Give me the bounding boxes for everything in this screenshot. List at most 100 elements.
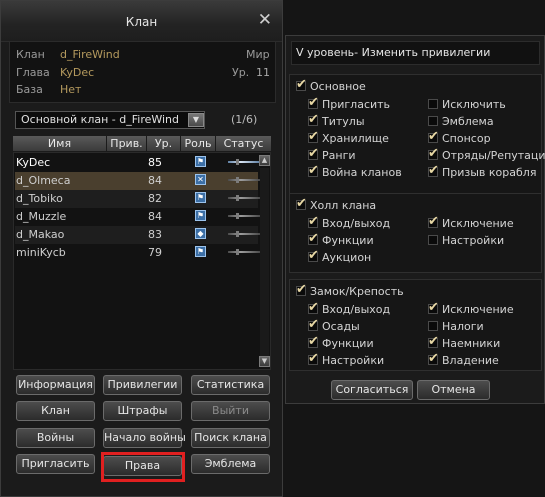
role-icon: ✕	[195, 174, 206, 185]
base-value: Нет	[60, 83, 82, 96]
check-icon: ✔	[308, 351, 319, 366]
table-row[interactable]: miniKycb 79 ⚑	[15, 244, 260, 262]
checkbox-label: Исключить	[442, 98, 506, 111]
checkbox-label: Налоги	[442, 320, 484, 333]
header-priv[interactable]: Прив.	[107, 136, 147, 151]
clan-select[interactable]: Основной клан - d_FireWind	[15, 111, 205, 129]
member-level: 83	[148, 228, 162, 241]
check-icon: ✔	[308, 334, 319, 349]
checkbox-label: Осады	[322, 320, 360, 333]
check-icon: ✔	[428, 163, 439, 178]
check-icon: ✔	[308, 129, 319, 144]
check-icon: ✔	[428, 351, 439, 366]
info-button[interactable]: Информация	[16, 375, 95, 395]
table-row[interactable]: d_Makao 83 ◆	[15, 226, 260, 244]
member-name: d_Muzzle	[16, 210, 67, 223]
check-icon: ✔	[296, 282, 307, 297]
scrollbar-track[interactable]	[260, 168, 269, 356]
scroll-up-icon[interactable]: ▲	[259, 155, 270, 166]
check-icon: ✔	[308, 317, 319, 332]
check-icon: ✔	[308, 163, 319, 178]
header-level[interactable]: Ур.	[147, 136, 181, 151]
checkbox-label: Исключение	[442, 303, 514, 316]
table-row[interactable]: d_Muzzle 84 ⚑	[15, 208, 260, 226]
title-bar[interactable]: Клан ✕	[1, 1, 282, 42]
clan-label: Клан	[16, 48, 45, 61]
close-icon[interactable]: ✕	[258, 10, 272, 30]
penalties-button[interactable]: Штрафы	[103, 401, 182, 421]
member-level: 79	[148, 246, 162, 259]
page-count: (1/6)	[231, 113, 258, 126]
check-icon: ✔	[296, 77, 307, 92]
privileges-header: V уровень- Изменить привилегии	[291, 41, 540, 65]
header-status[interactable]: Статус	[216, 136, 271, 151]
group-title: Холл клана	[310, 199, 377, 212]
member-level: 84	[148, 210, 162, 223]
header-role[interactable]: Роль	[181, 136, 216, 151]
check-icon: ✔	[308, 231, 319, 246]
check-icon: ✔	[428, 129, 439, 144]
clan-window: Клан ✕ Клан d_FireWind Мир Глава KyDec У…	[0, 0, 283, 497]
table-row[interactable]: KyDec 85 ⚑	[15, 154, 260, 172]
member-list: KyDec 85 ⚑ d_Olmeca 84 ✕ d_Tobiko 82 ⚑ d…	[13, 152, 271, 370]
check-icon: ✔	[308, 112, 319, 127]
checkbox-label: Функции	[322, 234, 374, 247]
world-label: Мир	[246, 48, 270, 61]
member-name: d_Tobiko	[16, 192, 63, 205]
search-clan-button[interactable]: Поиск клана	[191, 428, 270, 448]
checkbox-label: Настройки	[322, 354, 385, 367]
header-name[interactable]: Имя	[13, 136, 107, 151]
group-title: Замок/Крепость	[310, 285, 404, 298]
cancel-button[interactable]: Отмена	[417, 380, 490, 400]
status-icon	[228, 231, 260, 237]
checkbox-label: Титулы	[322, 115, 365, 128]
window-title: Клан	[125, 15, 158, 29]
privileges-button[interactable]: Привилегии	[103, 375, 182, 395]
role-icon: ◆	[195, 228, 206, 239]
checkbox-label: Исключение	[442, 217, 514, 230]
clan-info-box: Клан d_FireWind Мир Глава KyDec Ур. 11 Б…	[9, 41, 276, 103]
group-title: Основное	[310, 80, 366, 93]
checkbox-label: Вход/выход	[322, 217, 391, 230]
role-icon: ⚑	[195, 210, 206, 221]
chevron-down-icon[interactable]: ▼	[188, 113, 204, 127]
start-war-button[interactable]: Начало войны	[103, 428, 186, 448]
clan-button[interactable]: Клан	[16, 401, 95, 421]
table-row[interactable]: d_Tobiko 82 ⚑	[15, 190, 260, 208]
leave-button[interactable]: Выйти	[191, 401, 270, 421]
role-icon: ⚑	[195, 156, 206, 167]
check-icon: ✔	[308, 248, 319, 263]
status-icon	[228, 213, 260, 219]
check-icon: ✔	[428, 300, 439, 315]
emblem-button[interactable]: Эмблема	[191, 454, 270, 474]
checkbox-label: Отряды/Репутация	[442, 149, 545, 162]
checkbox-label: Владение	[442, 354, 499, 367]
castle-privileges-group: ✔ Замок/Крепость ✔ Вход/выход ✔ Исключен…	[289, 279, 542, 371]
status-icon	[228, 195, 260, 201]
statistics-button[interactable]: Статистика	[191, 375, 270, 395]
clan-name-value: d_FireWind	[60, 48, 120, 61]
invite-button[interactable]: Пригласить	[16, 454, 95, 474]
accept-button[interactable]: Согласиться	[331, 380, 413, 400]
rights-button-highlight	[101, 452, 185, 482]
role-icon: ⚑	[195, 246, 206, 257]
level-value: 11	[256, 66, 270, 79]
checkbox-label: Ранги	[322, 149, 356, 162]
checkbox-label: Настройки	[442, 234, 505, 247]
member-name: KyDec	[16, 156, 51, 169]
leader-value: KyDec	[60, 66, 95, 79]
checkbox-label: Наемники	[442, 337, 501, 350]
checkbox-label: Призыв корабля	[442, 166, 537, 179]
base-label: База	[16, 83, 43, 96]
wars-button[interactable]: Войны	[16, 428, 95, 448]
status-icon	[228, 159, 260, 165]
check-icon: ✔	[308, 214, 319, 229]
leader-label: Глава	[16, 66, 50, 79]
check-icon: ✔	[308, 146, 319, 161]
table-row[interactable]: d_Olmeca 84 ✕	[15, 172, 260, 190]
scroll-down-icon[interactable]: ▼	[259, 356, 270, 367]
member-level: 84	[148, 174, 162, 187]
checkbox-label: Функции	[322, 337, 374, 350]
level-label: Ур.	[232, 66, 250, 79]
member-table-header: Имя Прив. Ур. Роль Статус	[13, 136, 271, 151]
